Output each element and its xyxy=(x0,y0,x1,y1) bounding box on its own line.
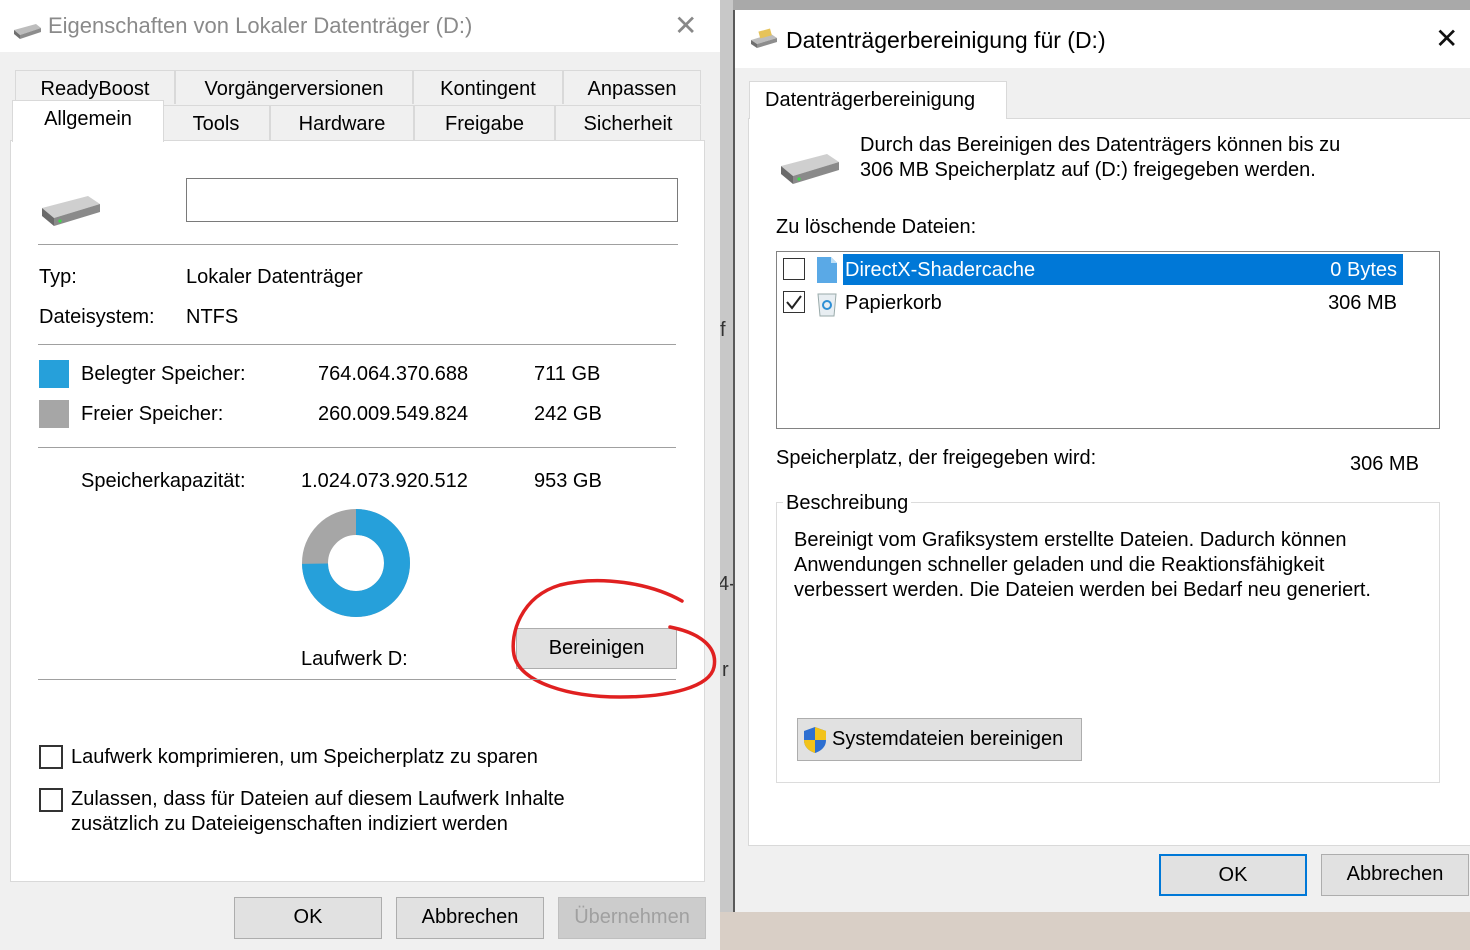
close-icon[interactable]: ✕ xyxy=(674,12,697,40)
list-item-selected[interactable]: DirectX-Shadercache 0 Bytes xyxy=(843,254,1403,285)
description-title: Beschreibung xyxy=(783,491,912,515)
tab-kontingent[interactable]: Kontingent xyxy=(413,70,563,104)
drive-icon xyxy=(42,196,100,226)
description-line3: verbessert werden. Die Dateien werden be… xyxy=(794,579,1371,601)
background-text-fragment: f xyxy=(720,319,726,341)
drive-label: Laufwerk D: xyxy=(301,648,408,670)
disk-cleanup-icon xyxy=(751,28,777,48)
used-space-swatch xyxy=(39,360,69,388)
divider xyxy=(38,344,676,345)
usage-donut-chart xyxy=(302,509,410,617)
apply-button[interactable]: Übernehmen xyxy=(558,897,706,939)
intro-text-line2: 306 MB Speicherplatz auf (D:) freigegebe… xyxy=(860,159,1316,181)
type-label: Typ: xyxy=(39,266,77,288)
title-bar: Eigenschaften von Lokaler Datenträger (D… xyxy=(0,0,720,52)
drive-name-input[interactable] xyxy=(186,178,678,222)
disk-cleanup-window: Datenträgerbereinigung für (D:) ✕ Datent… xyxy=(733,10,1470,912)
filesystem-value: NTFS xyxy=(186,306,239,328)
type-value: Lokaler Datenträger xyxy=(186,266,363,288)
divider xyxy=(38,679,676,680)
drive-icon xyxy=(14,24,41,39)
capacity-bytes: 1.024.073.920.512 xyxy=(301,470,468,492)
capacity-label: Speicherkapazität: xyxy=(81,470,246,492)
description-line1: Bereinigt vom Grafiksystem erstellte Dat… xyxy=(794,529,1347,551)
tab-freigabe[interactable]: Freigabe xyxy=(414,105,555,141)
tab-tools[interactable]: Tools xyxy=(162,105,270,141)
ok-button[interactable]: OK xyxy=(1159,854,1307,896)
index-checkbox[interactable] xyxy=(39,788,63,812)
uac-shield-icon xyxy=(804,727,826,753)
tab-readyboost[interactable]: ReadyBoost xyxy=(15,70,175,104)
used-space-label: Belegter Speicher: xyxy=(81,363,246,385)
clean-system-files-button[interactable]: Systemdateien bereinigen xyxy=(797,718,1082,761)
clean-system-files-label: Systemdateien bereinigen xyxy=(832,728,1064,750)
used-space-bytes: 764.064.370.688 xyxy=(318,363,469,385)
description-line2: Anwendungen schneller geladen und die Re… xyxy=(794,554,1325,576)
tab-hardware[interactable]: Hardware xyxy=(270,105,414,141)
free-space-swatch xyxy=(39,400,69,428)
close-icon[interactable]: ✕ xyxy=(1435,25,1458,53)
background-text-fragment: r xyxy=(722,659,729,681)
red-annotation-circle xyxy=(511,578,717,699)
background-window-strip xyxy=(720,0,733,950)
ok-button[interactable]: OK xyxy=(234,897,382,939)
compress-checkbox[interactable] xyxy=(39,745,63,769)
file-size: 0 Bytes xyxy=(1330,259,1397,281)
index-label-line2: zusätzlich zu Dateieigenschaften indizie… xyxy=(71,813,508,835)
drive-properties-window: Eigenschaften von Lokaler Datenträger (D… xyxy=(0,0,720,950)
space-freed-value: 306 MB xyxy=(1350,453,1419,475)
divider xyxy=(38,447,676,448)
used-space-gb: 711 GB xyxy=(534,363,601,385)
compress-label: Laufwerk komprimieren, um Speicherplatz … xyxy=(71,746,538,768)
tab-allgemein[interactable]: Allgemein xyxy=(12,100,164,142)
files-label: Zu löschende Dateien: xyxy=(776,216,977,238)
cancel-button[interactable]: Abbrechen xyxy=(1321,854,1469,896)
recycle-bin-icon xyxy=(817,293,837,317)
tab-datentraegerbereinigung[interactable]: Datenträgerbereinigung xyxy=(749,81,1007,119)
tab-sicherheit[interactable]: Sicherheit xyxy=(555,105,701,141)
file-checkbox-checked[interactable] xyxy=(783,291,805,313)
free-space-label: Freier Speicher: xyxy=(81,403,224,425)
title-bar: Datenträgerbereinigung für (D:) ✕ xyxy=(735,10,1470,68)
file-checkbox[interactable] xyxy=(783,258,805,280)
space-freed-label: Speicherplatz, der freigegeben wird: xyxy=(776,447,1097,469)
desktop-background xyxy=(720,912,1470,950)
free-space-gb: 242 GB xyxy=(534,403,602,425)
filesystem-label: Dateisystem: xyxy=(39,306,155,328)
capacity-gb: 953 GB xyxy=(534,470,602,492)
free-space-bytes: 260.009.549.824 xyxy=(318,403,469,425)
checkmark-icon xyxy=(786,295,802,310)
list-item[interactable]: Papierkorb 306 MB xyxy=(843,287,1403,318)
file-name: DirectX-Shadercache xyxy=(845,259,1036,281)
divider xyxy=(38,244,678,245)
index-label-line1: Zulassen, dass für Dateien auf diesem La… xyxy=(71,788,565,810)
file-name: Papierkorb xyxy=(845,292,942,314)
file-icon xyxy=(817,257,837,283)
files-list[interactable]: DirectX-Shadercache 0 Bytes Papierkorb 3… xyxy=(776,251,1440,429)
file-size: 306 MB xyxy=(1328,292,1397,314)
window-title: Datenträgerbereinigung für (D:) xyxy=(786,27,1106,53)
window-title: Eigenschaften von Lokaler Datenträger (D… xyxy=(48,13,473,38)
drive-icon xyxy=(781,154,839,184)
cancel-button[interactable]: Abbrechen xyxy=(396,897,544,939)
tab-anpassen[interactable]: Anpassen xyxy=(563,70,701,104)
intro-text-line1: Durch das Bereinigen des Datenträgers kö… xyxy=(860,134,1341,156)
tab-vorgaengerversionen[interactable]: Vorgängerversionen xyxy=(175,70,413,104)
